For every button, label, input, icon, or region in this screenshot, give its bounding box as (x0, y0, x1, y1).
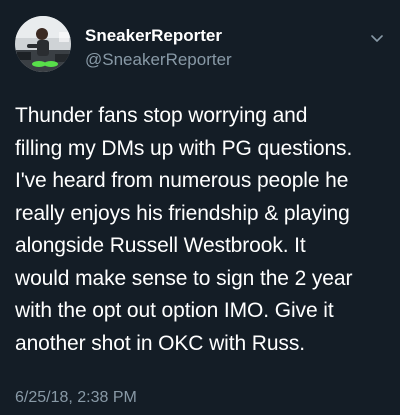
tweet-text-line: alongside Russell Westbrook. It (15, 234, 306, 257)
tweet-text-line: Thunder fans stop worrying and (15, 104, 308, 127)
tweet-text-line: another shot in OKC with Russ. (15, 331, 305, 355)
tweet-text-line: with the opt out option IMO. Give it (15, 299, 334, 322)
tweet-text-line: I've heard from numerous people he (15, 169, 349, 192)
tweet-text-line: really enjoys his friendship & playing (15, 201, 350, 225)
tweet-author[interactable]: SneakerReporter @SneakerReporter (85, 25, 232, 71)
tweet-timestamp[interactable]: 6/25/18, 2:38 PM (15, 388, 137, 408)
tweet-text: Thunder fans stop worrying and filling m… (15, 100, 391, 360)
avatar[interactable] (15, 16, 71, 72)
tweet-text-line: filling my DMs up with PG questions. (15, 136, 353, 160)
author-handle[interactable]: @SneakerReporter (85, 49, 232, 71)
author-display-name[interactable]: SneakerReporter (85, 25, 232, 47)
profile-photo (15, 16, 71, 72)
chevron-down-icon[interactable] (368, 30, 386, 48)
tweet-card: SneakerReporter @SneakerReporter Thunder… (0, 0, 400, 415)
tweet-text-line: would make sense to sign the 2 year (15, 266, 353, 290)
